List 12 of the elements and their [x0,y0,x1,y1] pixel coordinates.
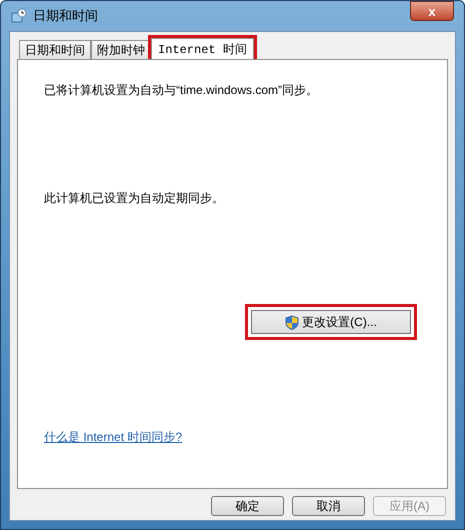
dialog-button[interactable]: 确定 [211,496,284,516]
clock-calendar-icon [11,8,27,24]
window-title: 日期和时间 [33,7,98,26]
tab[interactable]: 附加时钟 [91,40,151,59]
sync-text: 此计算机已设置为自动定期同步。 [44,190,225,207]
status-text: 已将计算机设置为自动与“time.windows.com”同步。 [44,82,320,99]
change-settings-button[interactable]: 更改设置(C)... [245,304,417,340]
dialog-button[interactable]: 取消 [292,496,365,516]
shield-icon [285,314,300,330]
tab[interactable]: 日期和时间 [19,40,91,59]
help-link[interactable]: 什么是 Internet 时间同步? [44,428,182,446]
tab[interactable]: Internet 时间 [151,38,254,60]
